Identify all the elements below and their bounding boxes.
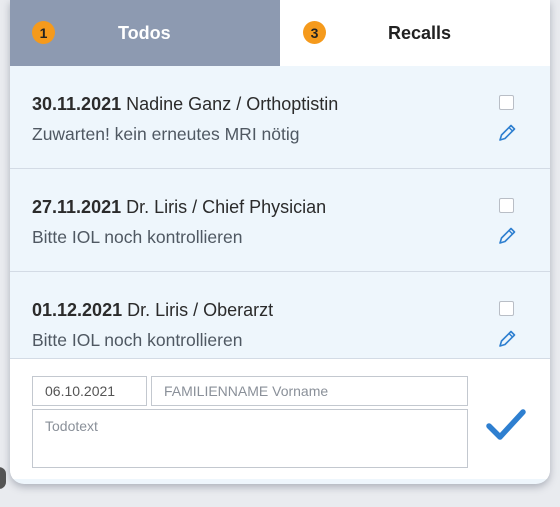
tab-todos[interactable]: 1 Todos [10,0,280,66]
item-header: 30.11.2021 Nadine Ganz / Orthoptistin [32,94,338,115]
new-todo-form [10,359,550,479]
pencil-icon[interactable] [496,225,518,247]
todo-text-field[interactable] [32,409,468,468]
done-checkbox[interactable] [499,301,514,316]
item-header: 01.12.2021 Dr. Liris / Oberarzt [32,300,273,321]
checkmark-icon[interactable] [484,406,528,444]
tab-todos-label: Todos [118,22,171,43]
item-date: 27.11.2021 [32,197,122,217]
item-person: Nadine Ganz / Orthoptistin [126,94,339,114]
item-text: Zuwarten! kein erneutes MRI nötig [32,124,300,144]
name-field[interactable] [151,376,468,406]
recalls-count-badge: 3 [303,21,326,44]
item-text: Bitte IOL noch kontrollieren [32,330,243,350]
item-text: Bitte IOL noch kontrollieren [32,227,243,247]
list-item: 27.11.2021 Dr. Liris / Chief Physician B… [10,169,550,272]
item-person: Dr. Liris / Chief Physician [126,197,327,217]
tab-bar: 1 Todos 3 Recalls [10,0,550,66]
list-item: 01.12.2021 Dr. Liris / Oberarzt Bitte IO… [10,272,550,359]
item-person: Dr. Liris / Oberarzt [127,300,274,320]
list-item: 30.11.2021 Nadine Ganz / Orthoptistin Zu… [10,66,550,169]
recall-list: 30.11.2021 Nadine Ganz / Orthoptistin Zu… [10,66,550,359]
item-header: 27.11.2021 Dr. Liris / Chief Physician [32,197,326,218]
pencil-icon[interactable] [496,122,518,144]
pencil-icon[interactable] [496,328,518,350]
date-field[interactable] [32,376,147,406]
tab-recalls-label: Recalls [388,22,452,43]
done-checkbox[interactable] [499,198,514,213]
item-date: 30.11.2021 [32,94,122,114]
tab-recalls[interactable]: 3 Recalls [280,0,550,66]
overlay-handle [0,467,6,489]
recalls-panel: 1 Todos 3 Recalls 30.11.2021 Nadine Ganz… [10,0,550,484]
item-date: 01.12.2021 [32,300,123,320]
todos-count-badge: 1 [32,21,55,44]
done-checkbox[interactable] [499,95,514,110]
